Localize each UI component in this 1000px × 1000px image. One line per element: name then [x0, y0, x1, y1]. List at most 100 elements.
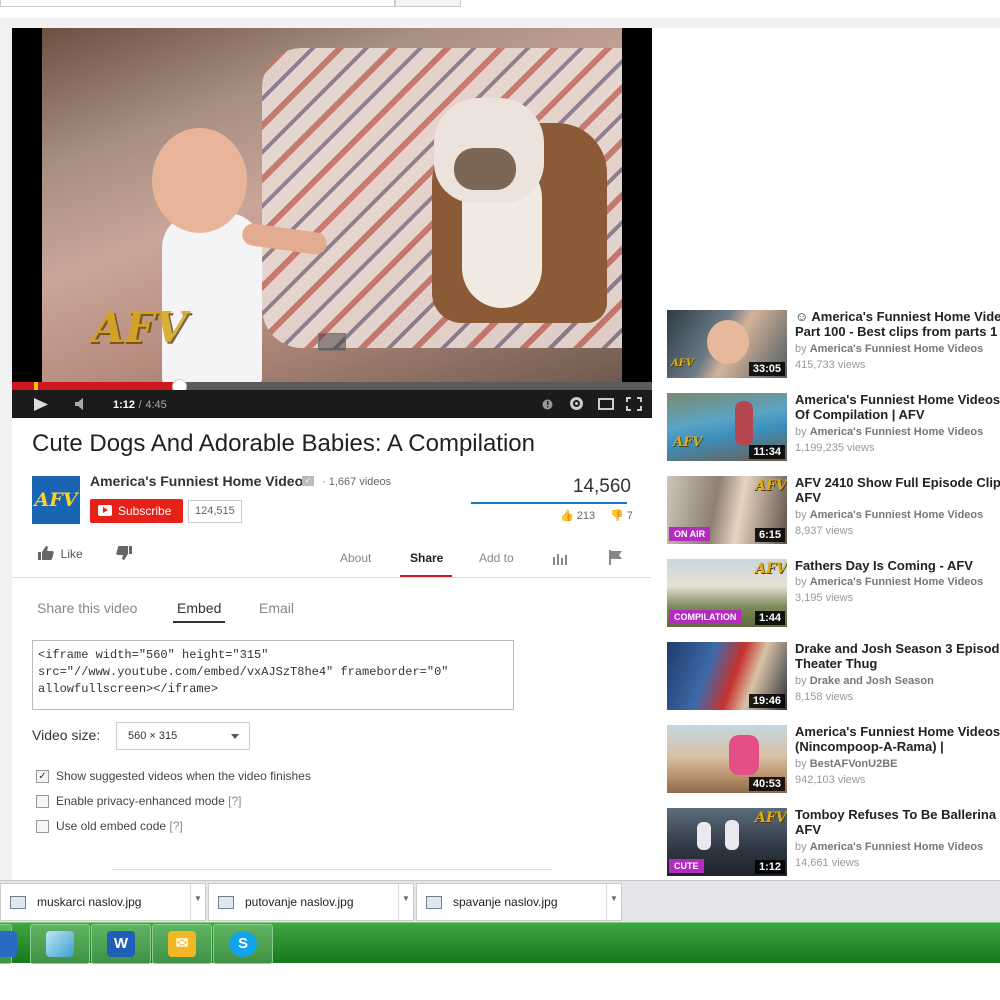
volume-icon[interactable]	[75, 398, 87, 410]
annotation-toggle[interactable]	[318, 333, 346, 351]
skype-icon: S	[229, 931, 257, 957]
recommended-title-line2[interactable]: Of Compilation | AFV	[795, 407, 1000, 422]
download-menu-chevron-icon[interactable]: ▼	[398, 884, 413, 920]
download-menu-chevron-icon[interactable]: ▼	[190, 884, 205, 920]
recommended-views: 415,733 views	[795, 359, 866, 371]
thumbs-up-icon	[38, 546, 54, 560]
dislike-button[interactable]	[116, 546, 132, 563]
time-separator: /	[138, 399, 142, 411]
recommended-title[interactable]: Tomboy Refuses To Be Ballerina	[795, 807, 1000, 822]
recommended-title[interactable]: America's Funniest Home Videos	[795, 724, 1000, 739]
recommended-video[interactable]: AFV COMPILATION 1:44 Fathers Day Is Comi…	[667, 558, 1000, 629]
settings-gear-icon[interactable]	[569, 396, 584, 411]
checkbox-old-embed[interactable]	[36, 820, 49, 833]
screen-bottom	[0, 963, 1000, 1000]
recommended-title-line2[interactable]: (Nincompoop-A-Rama) |	[795, 739, 1000, 754]
checkbox-privacy-enhanced[interactable]	[36, 795, 49, 808]
stats-icon[interactable]	[553, 552, 568, 565]
info-icon[interactable]	[542, 399, 553, 410]
checkbox-show-suggested[interactable]: ✓	[36, 770, 49, 783]
recommended-title-line2[interactable]: Part 100 - Best clips from parts 1	[795, 324, 1000, 339]
duration-badge: 6:15	[754, 528, 785, 542]
video-thumbnail[interactable]: AFV COMPILATION 1:44	[667, 559, 787, 627]
play-icon[interactable]	[34, 398, 48, 411]
like-button[interactable]: Like	[38, 546, 83, 561]
download-filename: putovanje naslov.jpg	[245, 895, 354, 909]
notepad-icon	[46, 931, 74, 957]
scene-baby-head	[152, 128, 247, 233]
like-button-label: Like	[60, 547, 83, 561]
subtab-email[interactable]: Email	[259, 600, 294, 616]
recommended-channel: by America's Funniest Home Videos	[795, 576, 984, 588]
recommended-title[interactable]: Fathers Day Is Coming - AFV	[795, 558, 1000, 573]
download-item[interactable]: muskarci naslov.jpg ▼	[0, 883, 206, 921]
video-thumbnail[interactable]: 40:53	[667, 725, 787, 793]
recommended-title[interactable]: AFV 2410 Show Full Episode Clip	[795, 475, 1000, 490]
outlook-icon: ✉	[168, 931, 196, 957]
video-size-dropdown[interactable]: 560 × 315	[116, 722, 250, 750]
video-frame[interactable]: AFV	[42, 28, 622, 383]
video-player[interactable]: AFV	[12, 28, 652, 418]
duration-badge: 1:12	[754, 860, 785, 874]
tab-add-to[interactable]: Add to	[479, 551, 514, 565]
recommended-views: 14,661 views	[795, 857, 860, 869]
recommended-video[interactable]: AFV CUTE 1:12 Tomboy Refuses To Be Balle…	[667, 807, 1000, 878]
subtab-share-this-video[interactable]: Share this video	[37, 600, 137, 616]
fullscreen-icon[interactable]	[626, 397, 642, 411]
taskbar-ie-button[interactable]	[0, 924, 17, 964]
download-item[interactable]: spavanje naslov.jpg ▼	[416, 883, 622, 921]
recommended-title[interactable]: Drake and Josh Season 3 Episode	[795, 641, 1000, 656]
embed-code-textarea[interactable]: <iframe width="560" height="315" src="//…	[32, 640, 514, 710]
recommended-video[interactable]: 19:46 Drake and Josh Season 3 Episode Th…	[667, 641, 1000, 712]
recommended-title-line2[interactable]: AFV	[795, 490, 1000, 505]
tab-share[interactable]: Share	[410, 551, 443, 565]
download-filename: spavanje naslov.jpg	[453, 895, 558, 909]
divider	[12, 577, 652, 578]
recommended-views: 942,103 views	[795, 774, 866, 786]
theater-mode-icon[interactable]	[598, 398, 614, 410]
channel-name-link[interactable]: America's Funniest Home Videos	[90, 473, 311, 489]
image-file-icon	[10, 896, 26, 909]
taskbar-notepad-button[interactable]	[30, 924, 90, 964]
duration-badge: 1:44	[754, 611, 785, 625]
active-subtab-indicator	[173, 621, 225, 623]
video-thumbnail[interactable]: 19:46	[667, 642, 787, 710]
taskbar-outlook-button[interactable]: ✉	[152, 924, 212, 964]
subscribe-button[interactable]: Subscribe	[90, 499, 183, 523]
dislike-count-value: 7	[626, 510, 633, 522]
tab-about[interactable]: About	[340, 551, 371, 565]
recommended-video[interactable]: AFV 33:05 ☺ America's Funniest Home Vide…	[667, 309, 1000, 380]
taskbar-word-button[interactable]: W	[91, 924, 151, 964]
word-icon: W	[107, 931, 135, 957]
search-input[interactable]	[0, 0, 395, 7]
help-link[interactable]: [?]	[169, 819, 182, 833]
verified-badge-icon: ✓	[302, 476, 314, 486]
download-menu-chevron-icon[interactable]: ▼	[606, 884, 621, 920]
video-title: Cute Dogs And Adorable Babies: A Compila…	[32, 430, 535, 457]
recommended-title-line2[interactable]: Theater Thug	[795, 656, 1000, 671]
youtube-logo-icon	[98, 505, 112, 516]
help-link[interactable]: [?]	[228, 794, 241, 808]
recommended-channel: by America's Funniest Home Videos	[795, 509, 984, 521]
video-thumbnail[interactable]: AFV 33:05	[667, 310, 787, 378]
time-current: 1:12	[113, 399, 136, 411]
subscribe-label: Subscribe	[118, 504, 172, 518]
recommended-video[interactable]: AFV ON AIR 6:15 AFV 2410 Show Full Episo…	[667, 475, 1000, 546]
image-file-icon	[426, 896, 442, 909]
recommended-title[interactable]: ☺ America's Funniest Home Videos	[795, 309, 1000, 324]
channel-avatar[interactable]: AFV	[32, 476, 80, 524]
recommended-title-line2[interactable]: AFV	[795, 822, 1000, 837]
download-item[interactable]: putovanje naslov.jpg ▼	[208, 883, 414, 921]
report-flag-icon[interactable]	[609, 550, 623, 565]
option-label: Enable privacy-enhanced mode	[56, 794, 225, 808]
video-thumbnail[interactable]: AFV ON AIR 6:15	[667, 476, 787, 544]
recommended-video[interactable]: AFV 11:34 America's Funniest Home Videos…	[667, 392, 1000, 463]
taskbar-skype-button[interactable]: S	[213, 924, 273, 964]
subtab-embed[interactable]: Embed	[177, 600, 221, 616]
subscriber-count: 124,515	[188, 500, 242, 523]
recommended-title[interactable]: America's Funniest Home Videos	[795, 392, 1000, 407]
video-thumbnail[interactable]: AFV CUTE 1:12	[667, 808, 787, 876]
search-button[interactable]	[395, 0, 461, 7]
recommended-video[interactable]: 40:53 America's Funniest Home Videos (Ni…	[667, 724, 1000, 795]
video-thumbnail[interactable]: AFV 11:34	[667, 393, 787, 461]
